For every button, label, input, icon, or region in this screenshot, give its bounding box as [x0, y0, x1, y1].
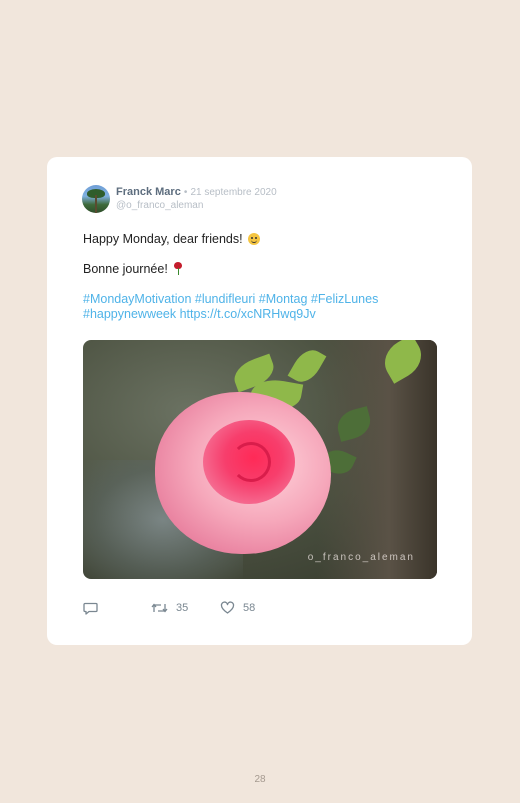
tweet-card: Franck Marc • 21 septembre 2020 @o_franc…: [47, 157, 472, 645]
smiling-face-emoji-icon: [248, 233, 261, 245]
heart-icon: [220, 601, 235, 614]
page-number: 28: [254, 774, 266, 785]
photo-rose-flower: [155, 392, 331, 554]
author-name[interactable]: Franck Marc: [116, 186, 181, 198]
palm-trunk: [95, 195, 97, 213]
retweet-icon: [151, 603, 168, 613]
reply-button[interactable]: [83, 601, 98, 615]
avatar[interactable]: [82, 185, 110, 213]
like-count: 58: [243, 602, 256, 614]
tweet-hashtags-and-link[interactable]: #MondayMotivation #lundifleuri #Montag #…: [83, 292, 443, 322]
tweet-actions: 35 58: [83, 601, 383, 617]
tweet-text-line-1: Happy Monday, dear friends!: [83, 232, 261, 246]
author-line: Franck Marc • 21 septembre 2020: [116, 186, 277, 198]
tweet-header: Franck Marc • 21 septembre 2020 @o_franc…: [82, 185, 442, 215]
reply-icon: [83, 602, 98, 615]
photo-rose-swirl: [231, 442, 271, 482]
photo-rose-center: [203, 420, 295, 504]
retweet-count: 35: [176, 602, 189, 614]
tweet-date[interactable]: 21 septembre 2020: [190, 187, 276, 198]
retweet-button[interactable]: 35: [151, 601, 188, 615]
tweet-text-line-2-content: Bonne journée!: [83, 262, 168, 276]
tweet-text-line-1-content: Happy Monday, dear friends!: [83, 232, 243, 246]
tweet-photo[interactable]: o_franco_aleman: [83, 340, 437, 579]
like-button[interactable]: 58: [220, 601, 255, 615]
author-handle[interactable]: @o_franco_aleman: [116, 200, 203, 211]
photo-watermark: o_franco_aleman: [307, 552, 415, 563]
rose-emoji-icon: [174, 262, 183, 275]
tweet-text-line-2: Bonne journée!: [83, 262, 183, 276]
meta-separator: •: [183, 187, 188, 198]
